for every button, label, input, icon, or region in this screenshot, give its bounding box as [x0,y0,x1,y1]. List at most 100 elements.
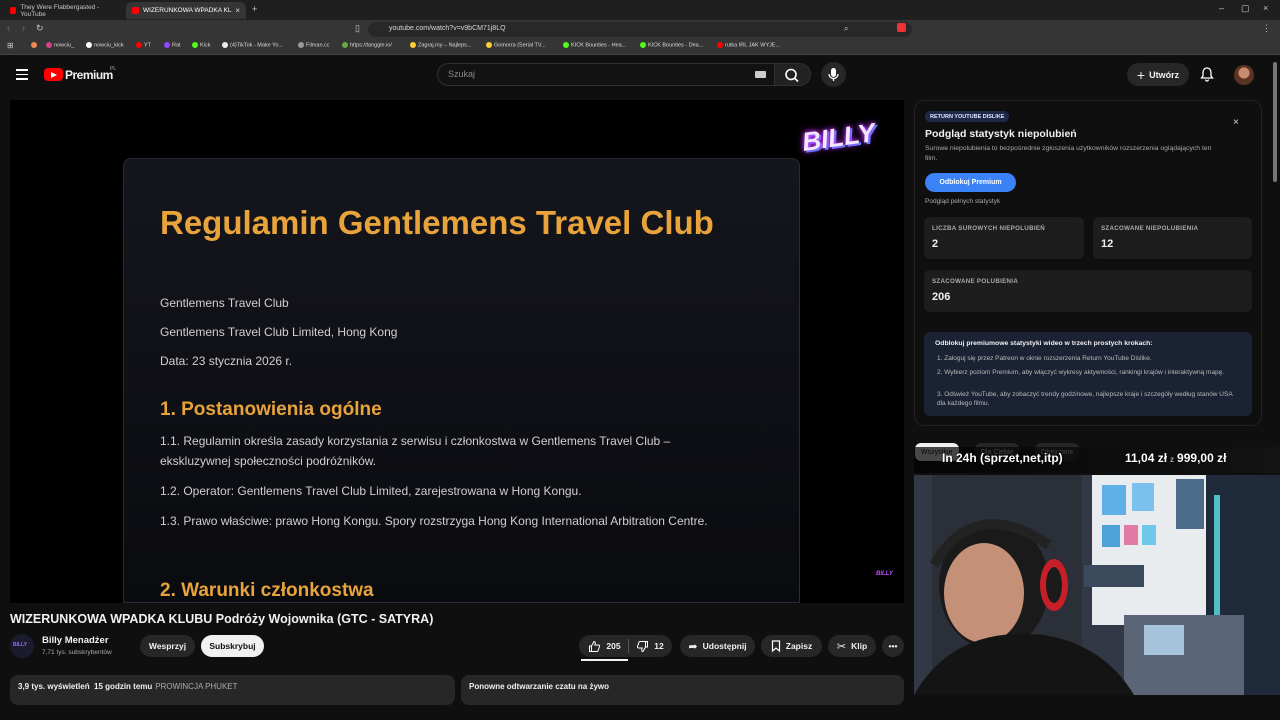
notifications-bell-icon[interactable] [1199,66,1215,82]
slide-paragraph: 1.1. Regulamin określa zasady korzystani… [160,434,671,468]
maximize-icon[interactable]: ▢ [1241,3,1250,14]
slide-section-heading: 2. Warunki członkostwa [160,580,374,601]
gomorra-icon [486,42,492,48]
new-tab-icon[interactable]: + [252,4,257,14]
menu-hamburger-icon[interactable] [16,69,28,83]
webcam-feed [914,475,1280,695]
bookmark-favicon-icon [31,42,37,48]
user-avatar[interactable] [1234,65,1254,85]
ryd-subtitle: Surowe niepolubienia to bezpośrednie zgł… [925,145,1212,162]
create-button[interactable]: + Utwórz [1127,63,1189,86]
support-button[interactable]: Wesprzyj [140,635,195,657]
brand-label[interactable]: Premium [65,68,113,82]
bookmark-item[interactable] [31,42,39,48]
bookmark-item[interactable]: KICK Bounties - Dea... [640,42,703,48]
youtube-icon [717,42,723,48]
webcam-image [914,475,1280,695]
like-ratio-bar [581,659,628,661]
share-arrow-icon: ➦ [688,640,698,653]
thumbs-down-icon [637,640,649,652]
minimize-icon[interactable]: – [1219,3,1224,13]
bookmark-item[interactable]: YT [136,42,151,48]
bookmark-icon[interactable]: ▯ [355,23,360,34]
search-placeholder: Szukaj [448,69,476,79]
bookmark-item[interactable]: Zagraj.my – Najleps... [410,42,472,48]
bookmark-item[interactable]: Filman.cc [298,42,330,48]
zagraj-icon [410,42,416,48]
raw-dislikes-card [924,217,1084,259]
slide-line: Data: 23 stycznia 2026 r. [160,354,293,368]
stat-value: 206 [932,291,951,303]
slide-line: Gentlemens Travel Club [160,296,289,310]
close-icon[interactable]: × [1233,117,1239,128]
menu-icon[interactable]: ⋮ [1262,23,1271,34]
stat-label: SZACOWANE POLUBIENIA [932,278,1019,285]
stat-value: 12 [1101,238,1114,250]
bookmark-item[interactable]: nowciu_ [46,42,74,48]
slide-section-heading: 1. Postanowienia ogólne [160,399,382,420]
plus-icon: + [1136,66,1146,83]
clip-button[interactable]: ✂ Klip [828,635,876,657]
stat-label: LICZBA SUROWYCH NIEPOLUBIEŃ [932,225,1046,232]
scrollbar-thumb[interactable] [1273,62,1277,182]
dislike-button[interactable]: 12 [630,635,670,657]
like-button[interactable]: 205 [581,635,628,657]
x-icon [86,42,92,48]
bookmark-item[interactable]: https://tanggle.io/ [342,42,392,48]
step-item: 2. Wybierz poziom Premium, aby włączyć w… [937,369,1225,376]
close-window-icon[interactable]: × [1263,3,1268,13]
share-button[interactable]: ➦ Udostępnij [680,635,755,657]
browser-tab[interactable]: They Were Flabbergasted - YouTube [4,2,122,19]
chat-replay-label: Ponowne odtwarzanie czatu na żywo [469,682,610,691]
bookmark-item[interactable]: Kick [192,42,210,48]
est-likes-card [924,270,1252,312]
est-dislikes-card [1093,217,1252,259]
region-label: PL [110,66,117,72]
subscriber-count: 7,71 tys. subskrybentów [42,649,112,656]
bookmark-item[interactable]: nowciu_kick [86,42,124,48]
stat-value: 2 [932,238,939,250]
browser-tab-active[interactable]: WIZERUNKOWA WPADKA KL × [126,2,246,19]
reload-icon[interactable]: ↻ [36,23,44,34]
channel-name[interactable]: Billy Menadżer [42,635,109,646]
ryd-badge: RETURN YOUTUBE DISLIKE [925,111,1010,122]
save-bookmark-icon [771,640,780,652]
scissors-icon: ✂ [836,640,847,653]
bookmark-item[interactable]: KICK Bounties - Hea... [563,42,626,48]
search-input[interactable] [437,63,775,86]
voice-search-button[interactable] [821,62,846,87]
video-title: WIZERUNKOWA WPADKA KLUBU Podróży Wojowni… [10,612,434,626]
steps-title: Odblokuj premiumowe statystyki wideo w t… [935,340,1153,347]
back-icon[interactable]: ‹ [7,23,10,33]
forward-icon[interactable]: › [22,23,25,33]
thumbs-up-icon [589,640,601,652]
filman-icon [298,42,304,48]
tiktok-icon [222,42,228,48]
bookmark-item[interactable]: rutka IRL JAK WYJE... [717,42,780,48]
unlock-premium-button[interactable]: Odblokuj Premium [925,173,1016,192]
extension-icon[interactable] [897,23,906,32]
search-icon [785,68,799,83]
bookmark-item[interactable]: Gomorra (Serial TV... [486,42,546,48]
youtube-logo-icon[interactable] [44,68,63,81]
search-button[interactable] [775,63,811,86]
apps-icon[interactable]: ⊞ [7,41,14,50]
video-meta: 3,9 tys. wyświetleń 15 godzin temu PROWIN… [18,682,238,691]
ryd-title: Podgląd statystyk niepolubień [925,128,1077,140]
slide-paragraph: 1.3. Prawo właściwe: prawo Hong Kongu. S… [160,514,708,528]
bookmark-item[interactable]: (4)TikTok - Make Yo... [222,42,283,48]
zoom-icon[interactable]: ⌕ [844,24,848,34]
more-actions-button[interactable]: ••• [882,635,904,657]
microphone-icon [828,68,839,81]
url-text: youtube.com/watch?v=v9bCM71j8LQ [389,25,506,32]
donation-goal-label: In 24h (sprzet,net,itp) [942,451,1063,465]
bookmark-item[interactable]: Rat [164,42,181,48]
ryd-preview-label: Podgląd pełnych statystyk [925,198,1001,205]
kick-icon [640,42,646,48]
keyboard-icon[interactable] [755,71,766,78]
save-button[interactable]: Zapisz [761,635,822,657]
channel-avatar[interactable]: BILLY [10,634,34,658]
youtube-favicon-icon [132,7,139,14]
close-tab-icon[interactable]: × [235,6,240,15]
subscribe-button[interactable]: Subskrybuj [201,635,264,657]
